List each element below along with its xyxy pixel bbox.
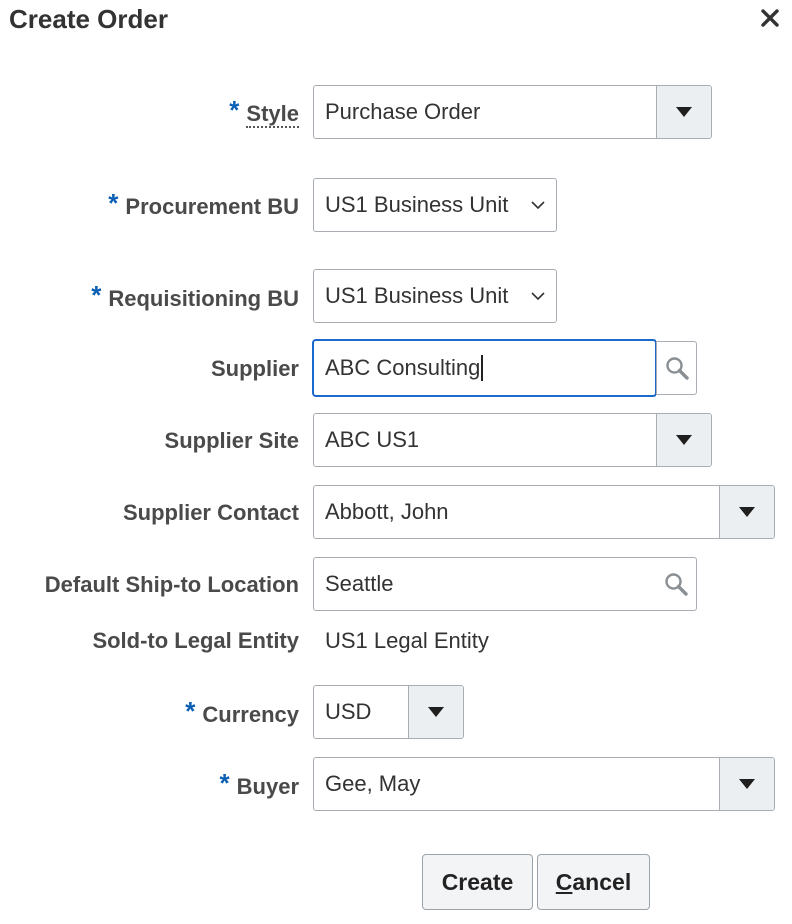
requisitioning-bu-label: * Requisitioning BU: [91, 280, 299, 312]
supplier-contact-select[interactable]: Abbott, John: [313, 485, 775, 539]
ship-to-label: Default Ship-to Location: [44, 572, 299, 597]
supplier-label: Supplier: [210, 356, 299, 381]
required-marker: *: [185, 696, 196, 726]
chevron-down-icon: [531, 201, 545, 210]
supplier-contact-value: Abbott, John: [325, 499, 449, 524]
requisitioning-bu-label-text: Requisitioning BU: [108, 286, 299, 311]
supplier-value-text: ABC Consulting: [325, 355, 481, 380]
create-button[interactable]: Create: [422, 854, 533, 910]
currency-label-text: Currency: [202, 702, 299, 727]
supplier-search-button[interactable]: [656, 341, 697, 395]
cancel-button[interactable]: Cancel: [537, 854, 650, 910]
cancel-label-rest: ancel: [572, 868, 632, 895]
supplier-contact-dropdown-button[interactable]: [719, 486, 774, 538]
dropdown-arrow-icon: [739, 507, 755, 517]
buyer-label: * Buyer: [219, 768, 299, 800]
search-icon: [665, 357, 689, 380]
supplier-site-dropdown-button[interactable]: [656, 414, 711, 466]
requisitioning-bu-value: US1 Business Unit: [325, 283, 509, 308]
required-marker: *: [229, 95, 240, 125]
close-icon: [761, 9, 779, 27]
supplier-input[interactable]: ABC Consulting: [312, 339, 657, 397]
ship-to-value: Seattle: [325, 571, 394, 596]
ship-to-input[interactable]: Seattle: [313, 557, 697, 611]
required-marker: *: [219, 768, 230, 798]
currency-select[interactable]: USD: [313, 685, 464, 739]
required-marker: *: [91, 280, 102, 310]
style-dropdown-button[interactable]: [656, 86, 711, 138]
style-value: Purchase Order: [325, 99, 481, 124]
supplier-site-value: ABC US1: [325, 427, 420, 452]
style-label-text[interactable]: Style: [246, 101, 299, 128]
style-label: * Style: [229, 95, 299, 128]
procurement-bu-label: * Procurement BU: [108, 188, 299, 220]
dropdown-arrow-icon: [676, 435, 692, 445]
requisitioning-bu-select[interactable]: US1 Business Unit: [313, 269, 557, 323]
text-caret: [481, 355, 483, 381]
sold-to-value: US1 Legal Entity: [325, 628, 489, 653]
supplier-site-select[interactable]: ABC US1: [313, 413, 712, 467]
buyer-value: Gee, May: [325, 771, 421, 796]
currency-value: USD: [325, 699, 372, 724]
currency-dropdown-button[interactable]: [408, 686, 463, 738]
buyer-select[interactable]: Gee, May: [313, 757, 775, 811]
chevron-down-icon: [531, 292, 545, 301]
cancel-mnemonic: C: [555, 868, 573, 895]
buyer-dropdown-button[interactable]: [719, 758, 774, 810]
procurement-bu-label-text: Procurement BU: [125, 194, 299, 219]
close-button[interactable]: [754, 2, 786, 34]
supplier-site-label: Supplier Site: [164, 428, 299, 453]
currency-label: * Currency: [185, 696, 299, 728]
style-select[interactable]: Purchase Order: [313, 85, 712, 139]
dropdown-arrow-icon: [676, 107, 692, 117]
search-icon: [665, 573, 688, 596]
dropdown-arrow-icon: [739, 779, 755, 789]
supplier-contact-label: Supplier Contact: [122, 500, 299, 525]
ship-to-search-button[interactable]: [656, 558, 696, 610]
supplier-value: ABC Consulting: [325, 341, 483, 395]
dropdown-arrow-icon: [428, 707, 444, 717]
buyer-label-text: Buyer: [236, 774, 299, 799]
dialog-title: Create Order: [9, 4, 168, 34]
sold-to-label: Sold-to Legal Entity: [92, 628, 299, 653]
procurement-bu-select[interactable]: US1 Business Unit: [313, 178, 557, 232]
required-marker: *: [108, 188, 119, 218]
procurement-bu-value: US1 Business Unit: [325, 192, 509, 217]
